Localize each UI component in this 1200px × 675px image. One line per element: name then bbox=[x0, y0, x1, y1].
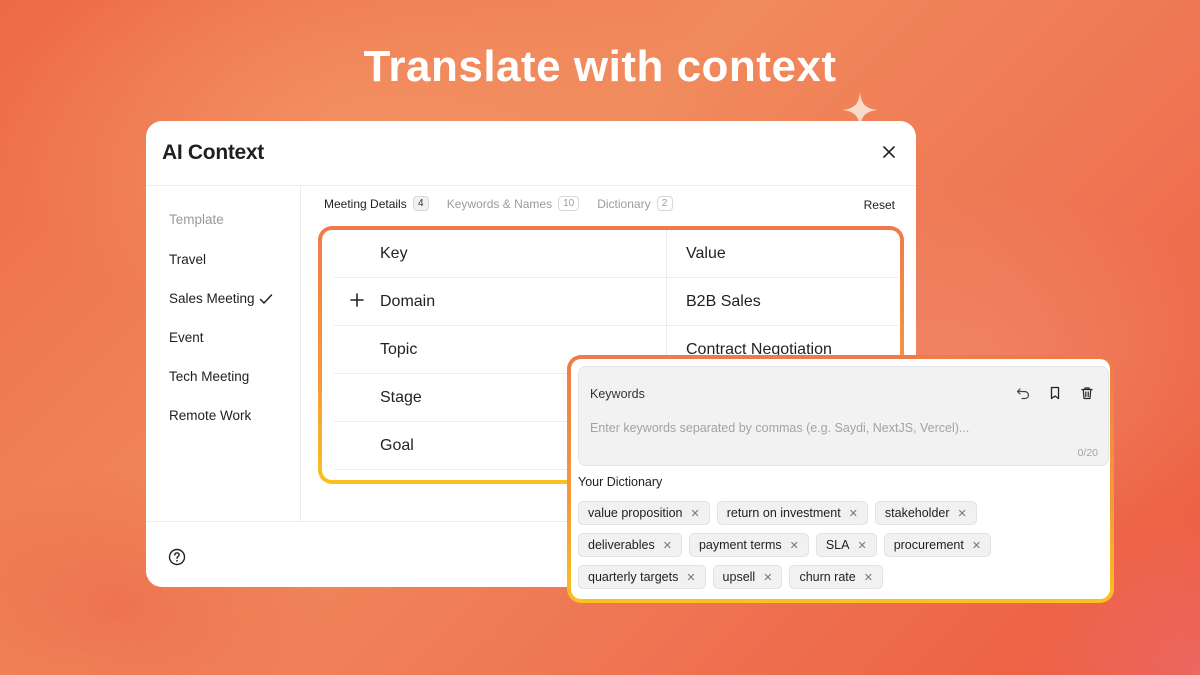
sidebar-item-label: Travel bbox=[169, 252, 207, 267]
template-sidebar: Template Travel Sales Meeting Event Tech… bbox=[146, 186, 301, 521]
dictionary-chip-row: quarterly targets ✕ upsell ✕ churn rate ✕ bbox=[578, 565, 883, 589]
remove-chip-icon[interactable]: ✕ bbox=[958, 507, 967, 520]
dictionary-title: Your Dictionary bbox=[578, 475, 663, 489]
keywords-popover: Keywords Enter keywords separated by com… bbox=[567, 355, 1114, 603]
chip-label: return on investment bbox=[726, 506, 841, 520]
panel-title: AI Context bbox=[162, 141, 265, 164]
tab-count-badge: 2 bbox=[656, 196, 673, 211]
sidebar-item-label: Tech Meeting bbox=[169, 369, 250, 384]
dictionary-chip[interactable]: procurement ✕ bbox=[883, 533, 992, 557]
dictionary-chip[interactable]: SLA ✕ bbox=[815, 533, 877, 557]
sidebar-item-tech-meeting[interactable]: Tech Meeting bbox=[169, 369, 249, 384]
tab-count-badge: 4 bbox=[412, 196, 429, 211]
sidebar-item-remote-work[interactable]: Remote Work bbox=[169, 408, 251, 423]
close-icon bbox=[883, 146, 895, 158]
undo-icon[interactable] bbox=[1014, 384, 1032, 402]
row-value: B2B Sales bbox=[686, 293, 761, 310]
dictionary-chip[interactable]: quarterly targets ✕ bbox=[578, 565, 706, 589]
chip-label: value proposition bbox=[588, 506, 683, 520]
chip-label: SLA bbox=[825, 538, 850, 552]
bookmark-icon[interactable] bbox=[1046, 384, 1064, 402]
headline: Translate with context bbox=[363, 42, 837, 91]
keywords-title: Keywords bbox=[590, 387, 645, 401]
dictionary-chip[interactable]: churn rate ✕ bbox=[789, 565, 883, 589]
help-icon[interactable] bbox=[168, 548, 186, 566]
dictionary-chip-row: value proposition ✕ return on investment ✕… bbox=[578, 501, 977, 525]
sidebar-item-label: Remote Work bbox=[169, 408, 252, 423]
dictionary-chip[interactable]: return on investment ✕ bbox=[716, 501, 868, 525]
remove-chip-icon[interactable]: ✕ bbox=[790, 539, 799, 552]
tab-count-badge: 10 bbox=[558, 196, 580, 211]
remove-chip-icon[interactable]: ✕ bbox=[849, 507, 858, 520]
trash-icon[interactable] bbox=[1078, 384, 1096, 402]
dictionary-chip-row: deliverables ✕ payment terms ✕ SLA ✕ procur… bbox=[578, 533, 992, 557]
close-button[interactable] bbox=[880, 143, 898, 161]
row-key: Stage bbox=[380, 389, 422, 406]
chip-label: procurement bbox=[893, 538, 964, 552]
row-key: Domain bbox=[380, 293, 436, 310]
row-key: Topic bbox=[380, 341, 418, 358]
dictionary-chip[interactable]: stakeholder ✕ bbox=[874, 501, 977, 525]
remove-chip-icon[interactable]: ✕ bbox=[691, 507, 700, 520]
keywords-placeholder: Enter keywords separated by commas (e.g.… bbox=[590, 421, 970, 435]
tab-bar: Meeting Details 4 Keywords & Names 10 Di… bbox=[324, 196, 691, 211]
keywords-actions bbox=[1014, 384, 1096, 402]
remove-chip-icon[interactable]: ✕ bbox=[857, 539, 866, 552]
checkmark-icon bbox=[259, 293, 272, 304]
chip-label: upsell bbox=[722, 570, 756, 584]
remove-chip-icon[interactable]: ✕ bbox=[663, 539, 672, 552]
remove-chip-icon[interactable]: ✕ bbox=[972, 539, 981, 552]
keywords-input[interactable]: Keywords Enter keywords separated by com… bbox=[578, 366, 1109, 466]
chip-label: payment terms bbox=[698, 538, 782, 552]
chip-label: churn rate bbox=[799, 570, 856, 584]
chip-label: stakeholder bbox=[884, 506, 950, 520]
sidebar-item-event[interactable]: Event bbox=[169, 330, 204, 345]
remove-chip-icon[interactable]: ✕ bbox=[763, 571, 772, 584]
sidebar-item-travel[interactable]: Travel bbox=[169, 252, 206, 267]
tab-dictionary[interactable]: Dictionary 2 bbox=[597, 196, 673, 211]
tab-keywords-names[interactable]: Keywords & Names 10 bbox=[447, 196, 580, 211]
table-row[interactable]: Domain B2B Sales bbox=[334, 278, 898, 326]
sidebar-item-label: Sales Meeting bbox=[169, 291, 255, 306]
sidebar-item-label: Event bbox=[169, 330, 204, 345]
add-row-icon[interactable] bbox=[350, 289, 364, 313]
tab-label: Dictionary bbox=[597, 196, 651, 211]
dictionary-chip[interactable]: deliverables ✕ bbox=[578, 533, 682, 557]
remove-chip-icon[interactable]: ✕ bbox=[686, 571, 695, 584]
row-key: Goal bbox=[380, 437, 414, 454]
tab-meeting-details[interactable]: Meeting Details 4 bbox=[324, 196, 429, 211]
value-header: Value bbox=[686, 245, 726, 262]
chip-label: quarterly targets bbox=[588, 570, 679, 584]
table-header-row: Key Value bbox=[334, 230, 898, 278]
dictionary-chip[interactable]: value proposition ✕ bbox=[578, 501, 710, 525]
dictionary-chip[interactable]: payment terms ✕ bbox=[688, 533, 809, 557]
key-header: Key bbox=[380, 245, 408, 262]
sidebar-heading: Template bbox=[169, 212, 224, 227]
reset-button[interactable]: Reset bbox=[864, 198, 895, 212]
dictionary-chip[interactable]: upsell ✕ bbox=[712, 565, 783, 589]
sidebar-item-sales-meeting[interactable]: Sales Meeting bbox=[169, 291, 273, 306]
keywords-counter: 0/20 bbox=[1077, 447, 1098, 459]
chip-label: deliverables bbox=[588, 538, 655, 552]
tab-label: Keywords & Names bbox=[446, 196, 553, 211]
tab-label: Meeting Details bbox=[324, 196, 407, 211]
remove-chip-icon[interactable]: ✕ bbox=[864, 571, 873, 584]
